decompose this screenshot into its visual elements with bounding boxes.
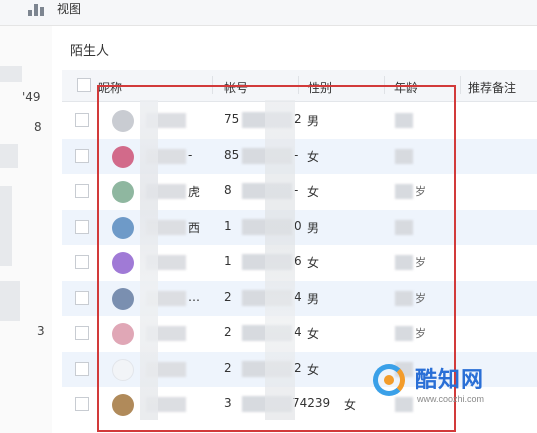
row-checkbox[interactable] xyxy=(75,290,89,305)
row-checkbox[interactable] xyxy=(75,113,89,127)
col-remark[interactable]: 推荐备注 xyxy=(468,79,516,96)
row-checkbox[interactable] xyxy=(75,184,89,198)
select-all-checkbox[interactable] xyxy=(77,78,91,92)
bar-chart-icon[interactable] xyxy=(28,2,46,16)
row-checkbox[interactable] xyxy=(75,326,89,340)
sidebar-fragment: '49 xyxy=(22,90,41,104)
sidebar: '49 8 3 xyxy=(0,26,52,433)
row-checkbox[interactable] xyxy=(75,397,89,411)
sidebar-fragment: 8 xyxy=(34,120,42,134)
sidebar-fragment: 3 xyxy=(37,324,45,338)
site-watermark: 酷知网 www.coozhi.com xyxy=(373,354,523,410)
watermark-logo-icon xyxy=(373,364,405,396)
row-checkbox[interactable] xyxy=(75,219,89,234)
row-checkbox[interactable] xyxy=(75,361,89,376)
row-checkbox[interactable] xyxy=(75,148,89,163)
toolbar: 视图 xyxy=(0,0,537,26)
watermark-url: www.coozhi.com xyxy=(417,394,485,404)
watermark-name: 酷知网 xyxy=(415,368,485,393)
row-checkbox[interactable] xyxy=(75,255,89,269)
group-title: 陌生人 xyxy=(70,44,110,59)
view-menu[interactable]: 视图 xyxy=(57,0,81,17)
